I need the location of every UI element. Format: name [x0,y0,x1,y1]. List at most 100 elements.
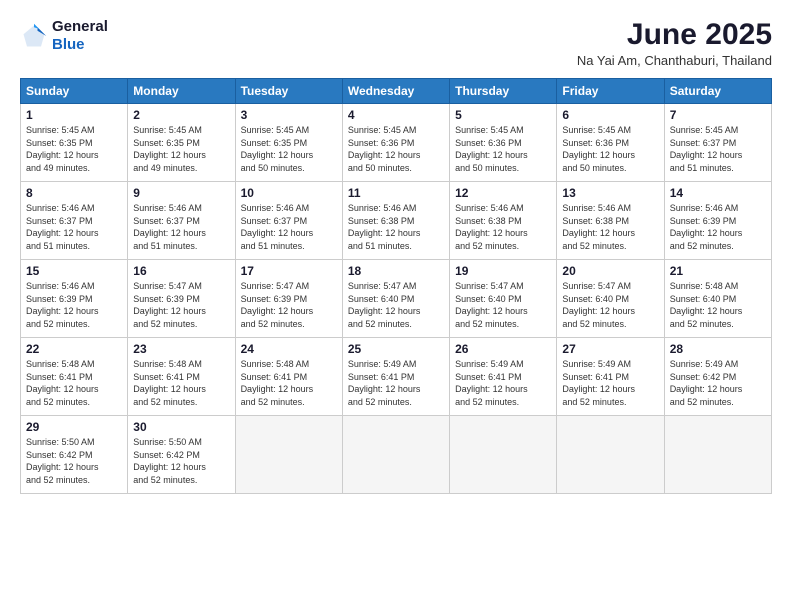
cell-1-5: 13Sunrise: 5:46 AM Sunset: 6:38 PM Dayli… [557,182,664,260]
day-info: Sunrise: 5:46 AM Sunset: 6:39 PM Dayligh… [670,202,766,252]
day-info: Sunrise: 5:48 AM Sunset: 6:41 PM Dayligh… [26,358,122,408]
day-number: 11 [348,186,444,200]
cell-2-5: 20 Sunrise: 5:47 AM Sunset: 6:40 PM Dayli… [557,260,664,338]
day-info: Sunrise: 5:48 AM Sunset: 6:41 PM Dayligh… [241,358,337,408]
day-info: Sunrise: 5:50 AM Sunset: 6:42 PM Dayligh… [133,436,229,486]
day-info: Sunrise: 5:49 AM Sunset: 6:41 PM Dayligh… [455,358,551,408]
day-info: Sunrise: 5:45 AM Sunset: 6:36 PM Dayligh… [455,124,551,174]
day-number: 17 [241,264,337,278]
day-number: 26 [455,342,551,356]
day-number: 20 [562,264,658,278]
day-number: 15 [26,264,122,278]
day-number: 8 [26,186,122,200]
calendar-title: June 2025 [577,18,772,51]
day-info: Sunrise: 5:46 AM Sunset: 6:39 PM Dayligh… [26,280,122,330]
header-monday: Monday [128,79,235,104]
day-info: Sunrise: 5:46 AM Sunset: 6:38 PM Dayligh… [455,202,551,252]
day-info: Sunrise: 5:46 AM Sunset: 6:37 PM Dayligh… [26,202,122,252]
cell-4-6 [664,416,771,494]
day-number: 19 [455,264,551,278]
cell-0-4: 5Sunrise: 5:45 AM Sunset: 6:36 PM Daylig… [450,104,557,182]
cell-3-0: 22 Sunrise: 5:48 AM Sunset: 6:41 PM Dayli… [21,338,128,416]
day-info: Sunrise: 5:46 AM Sunset: 6:37 PM Dayligh… [241,202,337,252]
cell-0-1: 2 Sunrise: 5:45 AM Sunset: 6:35 PM Daylig… [128,104,235,182]
cell-1-2: 10 Sunrise: 5:46 AM Sunset: 6:37 PM Dayli… [235,182,342,260]
week-row-3: 22 Sunrise: 5:48 AM Sunset: 6:41 PM Dayli… [21,338,772,416]
cell-0-2: 3 Sunrise: 5:45 AM Sunset: 6:35 PM Daylig… [235,104,342,182]
day-number: 7 [670,108,766,122]
day-info: Sunrise: 5:50 AM Sunset: 6:42 PM Dayligh… [26,436,122,486]
day-info: Sunrise: 5:45 AM Sunset: 6:35 PM Dayligh… [26,124,122,174]
title-area: June 2025 Na Yai Am, Chanthaburi, Thaila… [577,18,772,68]
day-number: 14 [670,186,766,200]
week-row-1: 8 Sunrise: 5:46 AM Sunset: 6:37 PM Daylig… [21,182,772,260]
day-number: 9 [133,186,229,200]
header: General Blue June 2025 Na Yai Am, Chanth… [20,18,772,68]
header-friday: Friday [557,79,664,104]
cell-2-4: 19 Sunrise: 5:47 AM Sunset: 6:40 PM Dayli… [450,260,557,338]
cell-2-3: 18 Sunrise: 5:47 AM Sunset: 6:40 PM Dayli… [342,260,449,338]
header-tuesday: Tuesday [235,79,342,104]
day-number: 10 [241,186,337,200]
day-info: Sunrise: 5:45 AM Sunset: 6:37 PM Dayligh… [670,124,766,174]
cell-1-3: 11Sunrise: 5:46 AM Sunset: 6:38 PM Dayli… [342,182,449,260]
cell-3-5: 27Sunrise: 5:49 AM Sunset: 6:41 PM Dayli… [557,338,664,416]
header-saturday: Saturday [664,79,771,104]
cell-3-3: 25Sunrise: 5:49 AM Sunset: 6:41 PM Dayli… [342,338,449,416]
day-number: 23 [133,342,229,356]
cell-4-5 [557,416,664,494]
day-number: 24 [241,342,337,356]
day-number: 25 [348,342,444,356]
day-number: 18 [348,264,444,278]
cell-0-0: 1 Sunrise: 5:45 AM Sunset: 6:35 PM Daylig… [21,104,128,182]
week-row-0: 1 Sunrise: 5:45 AM Sunset: 6:35 PM Daylig… [21,104,772,182]
cell-4-2 [235,416,342,494]
cell-2-1: 16 Sunrise: 5:47 AM Sunset: 6:39 PM Dayli… [128,260,235,338]
cell-4-3 [342,416,449,494]
day-info: Sunrise: 5:45 AM Sunset: 6:36 PM Dayligh… [348,124,444,174]
page: General Blue June 2025 Na Yai Am, Chanth… [0,0,792,612]
day-number: 22 [26,342,122,356]
day-number: 16 [133,264,229,278]
day-info: Sunrise: 5:47 AM Sunset: 6:40 PM Dayligh… [455,280,551,330]
day-number: 12 [455,186,551,200]
day-info: Sunrise: 5:46 AM Sunset: 6:38 PM Dayligh… [562,202,658,252]
cell-2-2: 17 Sunrise: 5:47 AM Sunset: 6:39 PM Dayli… [235,260,342,338]
day-number: 1 [26,108,122,122]
header-row: Sunday Monday Tuesday Wednesday Thursday… [21,79,772,104]
day-number: 28 [670,342,766,356]
day-info: Sunrise: 5:47 AM Sunset: 6:40 PM Dayligh… [348,280,444,330]
day-number: 4 [348,108,444,122]
calendar-table: Sunday Monday Tuesday Wednesday Thursday… [20,78,772,494]
logo-icon [20,22,48,50]
day-info: Sunrise: 5:47 AM Sunset: 6:39 PM Dayligh… [133,280,229,330]
logo: General Blue [20,18,108,54]
day-number: 3 [241,108,337,122]
cell-0-6: 7 Sunrise: 5:45 AM Sunset: 6:37 PM Daylig… [664,104,771,182]
day-number: 2 [133,108,229,122]
day-info: Sunrise: 5:47 AM Sunset: 6:39 PM Dayligh… [241,280,337,330]
logo-general: General [52,18,108,36]
day-info: Sunrise: 5:45 AM Sunset: 6:35 PM Dayligh… [133,124,229,174]
cell-4-0: 29 Sunrise: 5:50 AM Sunset: 6:42 PM Dayli… [21,416,128,494]
day-info: Sunrise: 5:48 AM Sunset: 6:41 PM Dayligh… [133,358,229,408]
cell-0-3: 4 Sunrise: 5:45 AM Sunset: 6:36 PM Daylig… [342,104,449,182]
cell-0-5: 6Sunrise: 5:45 AM Sunset: 6:36 PM Daylig… [557,104,664,182]
cell-1-1: 9 Sunrise: 5:46 AM Sunset: 6:37 PM Daylig… [128,182,235,260]
day-info: Sunrise: 5:45 AM Sunset: 6:36 PM Dayligh… [562,124,658,174]
cell-3-6: 28 Sunrise: 5:49 AM Sunset: 6:42 PM Dayli… [664,338,771,416]
cell-4-1: 30 Sunrise: 5:50 AM Sunset: 6:42 PM Dayli… [128,416,235,494]
week-row-4: 29 Sunrise: 5:50 AM Sunset: 6:42 PM Dayli… [21,416,772,494]
day-info: Sunrise: 5:45 AM Sunset: 6:35 PM Dayligh… [241,124,337,174]
day-number: 21 [670,264,766,278]
day-info: Sunrise: 5:46 AM Sunset: 6:37 PM Dayligh… [133,202,229,252]
day-number: 30 [133,420,229,434]
logo-blue: Blue [52,36,108,54]
week-row-2: 15 Sunrise: 5:46 AM Sunset: 6:39 PM Dayli… [21,260,772,338]
header-wednesday: Wednesday [342,79,449,104]
header-thursday: Thursday [450,79,557,104]
day-number: 29 [26,420,122,434]
day-info: Sunrise: 5:47 AM Sunset: 6:40 PM Dayligh… [562,280,658,330]
day-info: Sunrise: 5:49 AM Sunset: 6:42 PM Dayligh… [670,358,766,408]
day-info: Sunrise: 5:49 AM Sunset: 6:41 PM Dayligh… [562,358,658,408]
